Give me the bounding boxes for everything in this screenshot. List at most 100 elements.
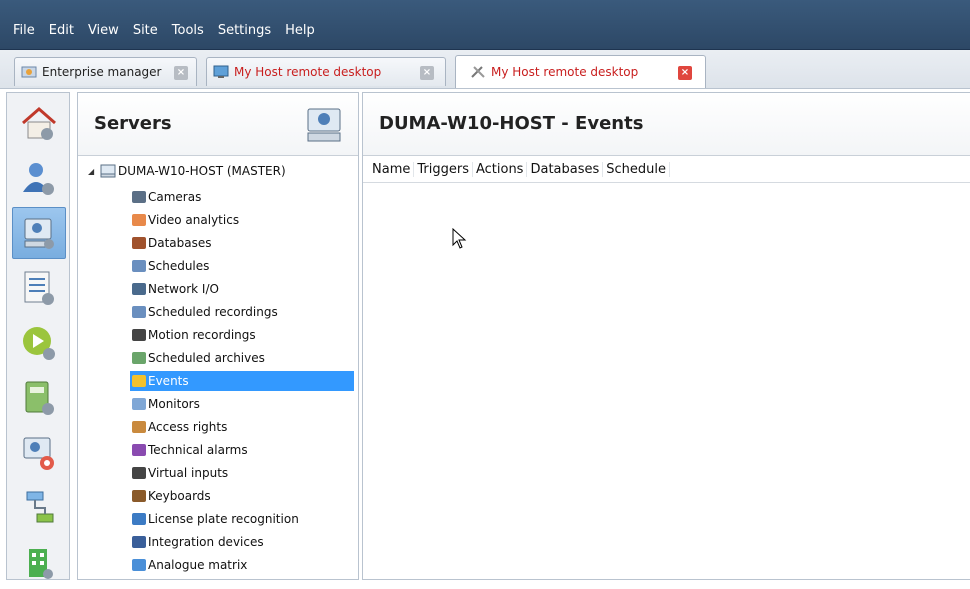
rail-building-settings[interactable] [12,537,66,589]
tree-item-icon [130,419,148,435]
tree-item-scheduled-archives[interactable]: Scheduled archives [130,348,354,368]
tab-label: Enterprise manager [42,65,162,79]
tab-label: My Host remote desktop [234,65,382,79]
tree-item-label: Databases [148,236,212,250]
menu-tools[interactable]: Tools [165,23,211,38]
tree-item-label: Access rights [148,420,228,434]
menu-settings[interactable]: Settings [211,23,278,38]
tree-item-icon [130,373,148,389]
rail-network-settings[interactable] [12,482,66,534]
tree-item-network-i-o[interactable]: Network I/O [130,279,354,299]
tab-strip: Enterprise manager × My Host remote desk… [0,50,970,89]
tree-item-icon [130,488,148,504]
tree-item-label: License plate recognition [148,512,299,526]
events-title: DUMA-W10-HOST - Events [379,113,644,134]
monitor-settings-icon [23,437,54,470]
tree-item-label: Motion recordings [148,328,256,342]
user-settings-icon [23,163,54,195]
network-settings-icon [26,491,54,523]
tree-item-icon [130,511,148,527]
server-tree: ◢ DUMA-W10-HOST (MASTER) Cameras Video an… [78,157,358,579]
menu-site[interactable]: Site [126,23,165,38]
tree-item-icon [130,350,148,366]
rail-play-settings[interactable] [12,317,66,369]
tree-item-label: Virtual inputs [148,466,229,480]
column-name[interactable]: Name [369,162,415,177]
rail-book-settings[interactable] [12,372,66,424]
building-settings-icon [29,549,53,579]
tree-item-technical-alarms[interactable]: Technical alarms [130,440,354,460]
tree-item-cameras[interactable]: Cameras [130,187,354,207]
tree-item-label: Technical alarms [148,443,248,457]
tree-item-icon [130,465,148,481]
menu-file[interactable]: File [6,23,42,38]
list-settings-icon [24,271,54,305]
tab-remote-desktop-1[interactable]: My Host remote desktop × [206,57,446,86]
tree-item-label: Schedules [148,259,210,273]
tree-item-databases[interactable]: Databases [130,233,354,253]
tree-item-label: Video analytics [148,213,240,227]
tree-root-node[interactable]: ◢ DUMA-W10-HOST (MASTER) [88,163,286,179]
rail-home-settings[interactable] [12,97,66,149]
menu-help[interactable]: Help [278,23,322,38]
tree-item-virtual-inputs[interactable]: Virtual inputs [130,463,354,483]
tree-item-label: Monitors [148,397,200,411]
home-settings-icon [22,107,56,140]
server-icon [100,164,116,178]
menu-bar: File Edit View Site Tools Settings Help [0,0,970,50]
tree-item-analogue-matrix[interactable]: Analogue matrix [130,555,354,575]
tab-enterprise-manager[interactable]: Enterprise manager × [14,57,197,86]
tree-item-label: Cameras [148,190,202,204]
tree-item-label: Events [148,374,189,388]
rail-list-settings[interactable] [12,262,66,314]
tree-item-label: Scheduled recordings [148,305,278,319]
close-icon[interactable]: × [420,66,434,80]
tab-remote-desktop-2[interactable]: My Host remote desktop × [455,55,706,88]
tree-item-keyboards[interactable]: Keyboards [130,486,354,506]
rail-server-settings[interactable] [12,207,66,259]
tab-label: My Host remote desktop [491,65,639,79]
tree-item-video-analytics[interactable]: Video analytics [130,210,354,230]
close-icon[interactable]: × [678,66,692,80]
tree-item-scheduled-recordings[interactable]: Scheduled recordings [130,302,354,322]
remote-desktop-icon [213,65,229,79]
tree-item-monitors[interactable]: Monitors [130,394,354,414]
server-settings-icon [24,218,54,249]
mouse-cursor-icon [452,228,467,249]
servers-title: Servers [94,113,172,134]
column-actions[interactable]: Actions [473,162,528,177]
tree-item-motion-recordings[interactable]: Motion recordings [130,325,354,345]
tree-item-schedules[interactable]: Schedules [130,256,354,276]
tree-item-icon [130,557,148,573]
tree-item-icon [130,212,148,228]
servers-panel: Servers ◢ DUMA-W10-HOST (MASTER) Cameras… [77,92,359,580]
tree-item-events[interactable]: Events [130,371,354,391]
events-header: DUMA-W10-HOST - Events [363,93,970,156]
tree-item-icon [130,189,148,205]
rail-user-settings[interactable] [12,152,66,204]
tree-item-label: Analogue matrix [148,558,248,572]
tree-item-label: Scheduled archives [148,351,265,365]
play-settings-icon [23,327,55,360]
servers-header: Servers [78,93,358,156]
tree-item-access-rights[interactable]: Access rights [130,417,354,437]
close-icon[interactable]: × [174,66,188,80]
column-schedule[interactable]: Schedule [603,162,671,177]
menu-edit[interactable]: Edit [42,23,81,38]
tree-item-icon [130,258,148,274]
tree-root-label: DUMA-W10-HOST (MASTER) [118,164,286,178]
enterprise-icon [21,65,37,79]
menu-view[interactable]: View [81,23,126,38]
navigation-rail [6,92,70,580]
tree-item-icon [130,304,148,320]
tree-item-icon [130,534,148,550]
tree-item-icon [130,281,148,297]
tree-item-license-plate-recognition[interactable]: License plate recognition [130,509,354,529]
collapse-arrow-icon[interactable]: ◢ [88,167,96,176]
rail-monitor-settings[interactable] [12,427,66,479]
tree-item-integration-devices[interactable]: Integration devices [130,532,354,552]
column-triggers[interactable]: Triggers [414,162,473,177]
column-databases[interactable]: Databases [527,162,604,177]
events-column-header: Name Triggers Actions Databases Schedule [363,157,970,183]
tree-item-icon [130,396,148,412]
